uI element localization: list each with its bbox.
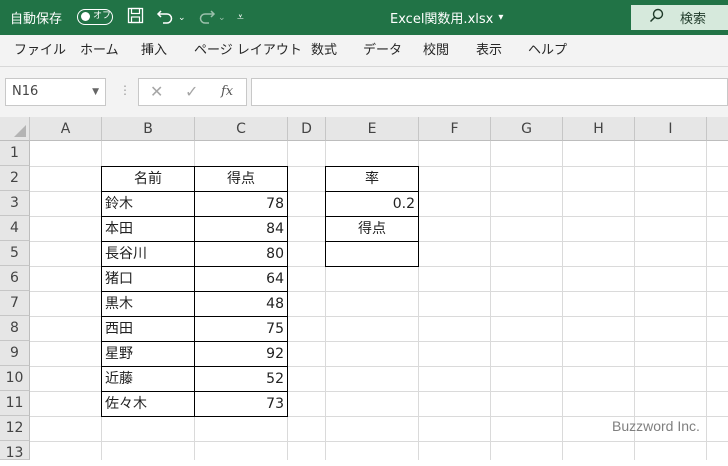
undo-icon [156,7,176,29]
search-icon [649,8,664,27]
toggle-knob [81,12,90,21]
name-box-value: N16 [12,84,39,99]
gridline [30,441,728,442]
tab-insert[interactable]: 挿入 [141,35,167,66]
tab-help[interactable]: ヘルプ [528,35,567,66]
cancel-icon[interactable]: ✕ [150,79,163,105]
spreadsheet-grid: A B C D E F G H I 1 2 3 4 5 6 7 8 9 10 1… [0,117,728,461]
rate-value-cell[interactable]: 0.2 [325,191,419,217]
gridline [706,141,707,460]
rate-label-cell[interactable]: 率 [325,166,419,192]
formula-bar: N16 ▼ ⋮ ✕ ✓ fx [0,67,728,117]
column-header-d[interactable]: D [288,117,326,141]
table-cell-name[interactable]: 近藤 [101,366,195,392]
insert-function-icon[interactable]: fx [221,79,233,105]
row-header[interactable]: 7 [0,291,30,316]
table-cell-score[interactable]: 73 [194,391,288,417]
file-name[interactable]: Excel関数用.xlsx ▾ [390,0,503,35]
row-header[interactable]: 5 [0,241,30,266]
name-box[interactable]: N16 ▼ [5,78,106,106]
file-name-text: Excel関数用.xlsx [390,12,494,27]
table-cell-name[interactable]: 佐々木 [101,391,195,417]
row-header[interactable]: 13 [0,441,30,461]
table-cell-name[interactable]: 星野 [101,341,195,367]
column-header-e[interactable]: E [326,117,419,141]
row-header[interactable]: 2 [0,166,30,191]
undo-dropdown-icon[interactable]: ⌄ [178,13,186,23]
formula-input[interactable] [251,78,728,106]
autosave-label: 自動保存 [10,12,63,27]
autosave-toggle[interactable]: オフ [77,9,113,25]
save-button[interactable] [127,0,144,35]
column-header-c[interactable]: C [195,117,288,141]
row-header[interactable]: 4 [0,216,30,241]
gridline [562,141,563,460]
row-header[interactable]: 6 [0,266,30,291]
redo-icon [196,7,216,29]
tab-home[interactable]: ホーム [80,35,119,66]
tab-file[interactable]: ファイル [14,35,66,66]
table-cell-name[interactable]: 西田 [101,316,195,342]
table-cell-score[interactable]: 80 [194,241,288,267]
autosave-state: オフ [93,11,112,21]
search-box[interactable]: 検索 [631,5,728,30]
formula-buttons: ✕ ✓ fx [138,78,247,106]
score-label-cell[interactable]: 得点 [325,216,419,242]
tab-formulas[interactable]: 数式 [311,35,337,66]
column-header-a[interactable]: A [30,117,102,141]
table-cell-score[interactable]: 78 [194,191,288,217]
table-cell-name[interactable]: 長谷川 [101,241,195,267]
customize-toolbar-icon[interactable]: ⩡ [237,0,244,35]
column-header-h[interactable]: H [563,117,635,141]
more-options-icon[interactable]: ⋮ [119,83,131,97]
tab-page-layout[interactable]: ページ レイアウト [194,35,302,66]
row-header[interactable]: 1 [0,141,30,166]
gridline [490,141,491,460]
redo-dropdown-icon[interactable]: ⌄ [218,13,226,23]
table-cell-score[interactable]: 48 [194,291,288,317]
column-header-j[interactable] [707,117,728,141]
table-header-score[interactable]: 得点 [194,166,288,192]
name-box-dropdown-icon[interactable]: ▼ [92,79,99,105]
column-header-g[interactable]: G [491,117,563,141]
row-header[interactable]: 8 [0,316,30,341]
enter-icon[interactable]: ✓ [185,79,198,105]
tab-review[interactable]: 校閲 [423,35,449,66]
save-icon [127,7,144,28]
table-cell-score[interactable]: 92 [194,341,288,367]
gridline [634,141,635,460]
column-header-i[interactable]: I [635,117,707,141]
row-header[interactable]: 3 [0,191,30,216]
table-cell-name[interactable]: 猪口 [101,266,195,292]
table-cell-name[interactable]: 本田 [101,216,195,242]
row-header[interactable]: 12 [0,416,30,441]
redo-button[interactable]: ⌄ [196,0,226,35]
row-header[interactable]: 10 [0,366,30,391]
row-header[interactable]: 9 [0,341,30,366]
search-label: 検索 [680,12,707,27]
table-cell-score[interactable]: 64 [194,266,288,292]
table-cell-name[interactable]: 黒木 [101,291,195,317]
table-cell-score[interactable]: 52 [194,366,288,392]
select-all-button[interactable] [0,117,30,141]
tab-data[interactable]: データ [363,35,402,66]
watermark: Buzzword Inc. [612,418,700,434]
table-cell-name[interactable]: 鈴木 [101,191,195,217]
table-header-name[interactable]: 名前 [101,166,195,192]
row-header[interactable]: 11 [0,391,30,416]
table-cell-score[interactable]: 84 [194,216,288,242]
column-header-b[interactable]: B [102,117,195,141]
ribbon-tabs: ファイル ホーム 挿入 ページ レイアウト 数式 データ 校閲 表示 ヘルプ [0,35,728,67]
title-bar: 自動保存 オフ ⌄ ⌄ ⩡ Excel関数用.xlsx ▾ 検索 [0,0,728,35]
file-name-dropdown-icon: ▾ [498,12,504,23]
table-cell-score[interactable]: 75 [194,316,288,342]
score-value-cell[interactable] [325,241,419,267]
undo-button[interactable]: ⌄ [156,0,186,35]
tab-view[interactable]: 表示 [476,35,502,66]
column-header-f[interactable]: F [419,117,491,141]
